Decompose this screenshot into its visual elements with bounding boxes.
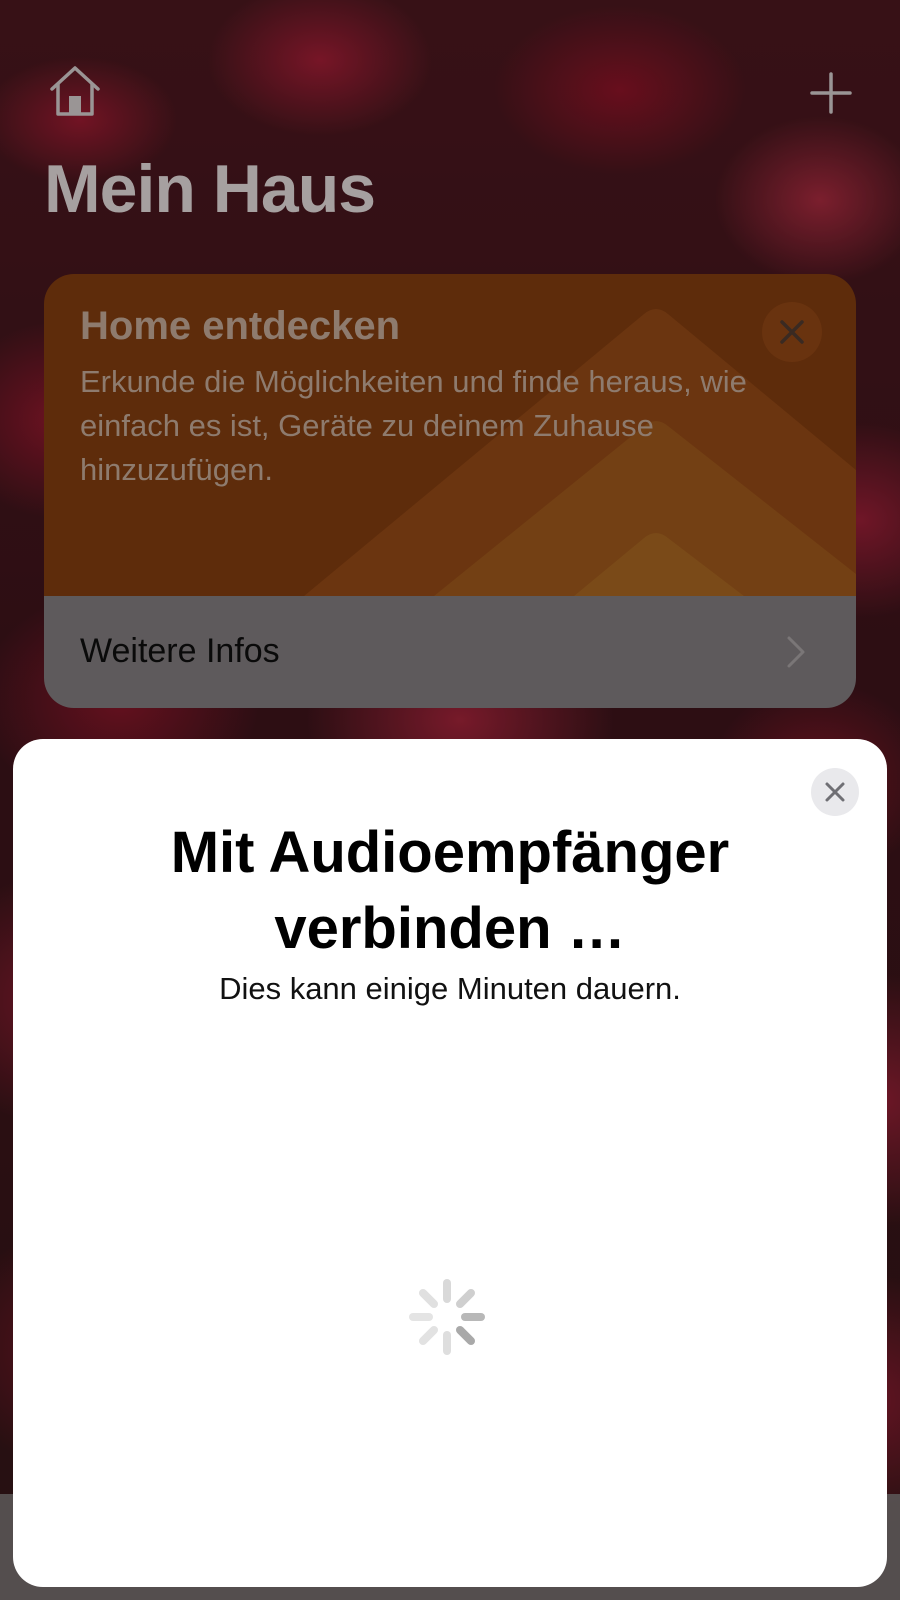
more-info-label: Weitere Infos [80, 632, 280, 670]
discover-card-banner: Home entdecken Erkunde die Möglichkeiten… [44, 274, 856, 596]
chevron-right-icon [787, 636, 805, 668]
more-info-row[interactable]: Weitere Infos [44, 596, 856, 708]
close-icon [825, 782, 845, 802]
discover-card-description: Erkunde die Möglichkeiten und finde hera… [80, 364, 747, 487]
discover-card-title: Home entdecken [80, 304, 401, 348]
plus-icon [810, 72, 852, 114]
close-icon [780, 320, 804, 344]
discover-card-close-button[interactable] [762, 302, 822, 362]
discover-home-card[interactable]: Home entdecken Erkunde die Möglichkeiten… [44, 274, 856, 708]
spinner-icon [409, 1279, 485, 1355]
modal-close-button[interactable] [811, 768, 859, 816]
home-icon [50, 66, 100, 116]
add-button[interactable] [808, 70, 854, 116]
modal-title: Mit Audioempfänger verbinden … [170, 820, 730, 961]
page-title: Mein Haus [44, 151, 376, 227]
modal-subtitle: Dies kann einige Minuten dauern. [219, 971, 681, 1006]
home-settings-button[interactable] [46, 62, 104, 120]
connecting-modal-sheet: Mit Audioempfänger verbinden … Dies kann… [13, 739, 887, 1587]
